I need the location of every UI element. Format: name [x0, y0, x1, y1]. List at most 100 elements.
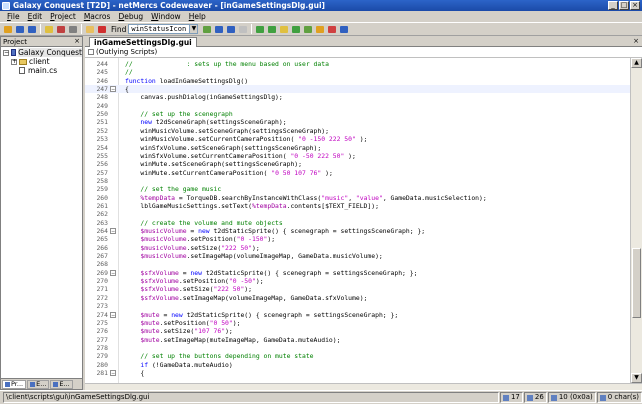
- close-icon[interactable]: ×: [74, 37, 80, 45]
- code-line[interactable]: 270 $sfxVolume.setPosition("0 -50");: [85, 277, 630, 285]
- code-variable: $sfxVolume: [140, 277, 179, 286]
- code-line[interactable]: 279 // set up the buttons depending on m…: [85, 352, 630, 360]
- panel-tab[interactable]: Pr...: [2, 379, 27, 389]
- code-line[interactable]: 263 // create the volume and mute object…: [85, 219, 630, 227]
- code-text-container: winMusicVolume.setCurrentCameraPosition(…: [125, 135, 367, 143]
- fold-icon[interactable]: −: [110, 369, 116, 376]
- maximize-button[interactable]: □: [619, 1, 629, 10]
- scroll-thumb[interactable]: [632, 248, 641, 318]
- code-text-container: winMute.setSceneGraph(settingsSceneGraph…: [125, 160, 302, 168]
- code-line[interactable]: 268: [85, 260, 630, 268]
- collapse-icon[interactable]: −: [3, 49, 9, 56]
- menu-debug[interactable]: Debug: [114, 12, 147, 21]
- code-line[interactable]: 253 winMusicVolume.setCurrentCameraPosit…: [85, 135, 630, 143]
- menu-edit[interactable]: Edit: [24, 12, 47, 21]
- toolbar-button-icon[interactable]: [266, 24, 277, 34]
- toolbar-button-icon[interactable]: [278, 24, 289, 34]
- toolbar-button-icon[interactable]: [225, 24, 236, 34]
- code-line[interactable]: 244 // : sets up the menu based on user d…: [85, 60, 630, 68]
- toolbar-button-icon[interactable]: [67, 24, 78, 34]
- expand-icon[interactable]: +: [11, 58, 17, 65]
- menu-help[interactable]: Help: [185, 12, 210, 21]
- toolbar-button-icon[interactable]: [43, 24, 54, 34]
- code-line[interactable]: 250 // set up the scenegraph: [85, 110, 630, 118]
- toolbar-button-icon[interactable]: [84, 24, 95, 34]
- code-line[interactable]: 257 winMute.setCurrentCameraPosition( "0…: [85, 169, 630, 177]
- code-line[interactable]: 248 canvas.pushDialog(inGameSettingsDlg)…: [85, 93, 630, 101]
- code-line[interactable]: 246 function loadInGameSettingsDlg(): [85, 77, 630, 85]
- code-line[interactable]: 275 $mute.setPosition("0 50");: [85, 319, 630, 327]
- menu-window[interactable]: Window: [147, 12, 185, 21]
- code-line[interactable]: 247− {: [85, 85, 630, 94]
- scroll-down-icon[interactable]: ▼: [631, 373, 642, 383]
- toolbar-button-icon[interactable]: [290, 24, 301, 34]
- code-text-container: lblGameMusicSettings.setText(%tempData.c…: [125, 202, 379, 210]
- scroll-up-icon[interactable]: ▲: [631, 58, 642, 68]
- code-line[interactable]: 249: [85, 102, 630, 110]
- toolbar-button-icon[interactable]: [2, 24, 13, 34]
- toolbar-button-icon[interactable]: [237, 24, 248, 34]
- find-input[interactable]: winStatusIcon: [128, 24, 191, 34]
- close-button[interactable]: ×: [630, 1, 640, 10]
- code-line[interactable]: 265 $musicVolume.setPosition("0 -150");: [85, 235, 630, 243]
- code-line[interactable]: 245 //: [85, 68, 630, 76]
- toolbar-button-icon[interactable]: [96, 24, 107, 34]
- tree-item-galaxy-conquest[interactable]: − Galaxy Conquest: [3, 48, 82, 57]
- line-number: 255: [96, 151, 108, 160]
- code-line[interactable]: 267 $musicVolume.setImageMap(volumeImage…: [85, 252, 630, 260]
- code-line[interactable]: 259 // set the game music: [85, 185, 630, 193]
- toolbar-button-icon[interactable]: [201, 24, 212, 34]
- code-line[interactable]: 254 winSfxVolume.setSceneGraph(settingsS…: [85, 144, 630, 152]
- code-line[interactable]: 266 $musicVolume.setSize("222 50");: [85, 244, 630, 252]
- code-line[interactable]: 273: [85, 302, 630, 310]
- toolbar-button-icon[interactable]: [254, 24, 265, 34]
- code-line[interactable]: 264− $musicVolume = new t2dStaticSprite(…: [85, 227, 630, 235]
- menu-file[interactable]: File: [3, 12, 24, 21]
- code-editor[interactable]: 244 // : sets up the menu based on user d…: [85, 58, 630, 383]
- code-line[interactable]: 261 lblGameMusicSettings.setText(%tempDa…: [85, 202, 630, 210]
- toolbar-button-icon[interactable]: [338, 24, 349, 34]
- code-line[interactable]: 281− {: [85, 369, 630, 377]
- panel-tab[interactable]: E...: [50, 379, 73, 389]
- code-line[interactable]: 256 winMute.setSceneGraph(settingsSceneG…: [85, 160, 630, 168]
- toolbar-button-icon[interactable]: [326, 24, 337, 34]
- vertical-scrollbar[interactable]: ▲ ▼: [630, 58, 642, 383]
- code-line[interactable]: 258: [85, 177, 630, 185]
- code-line[interactable]: 262: [85, 210, 630, 218]
- fold-icon[interactable]: −: [110, 311, 116, 318]
- minimize-button[interactable]: _: [608, 1, 618, 10]
- code-line[interactable]: 269− $sfxVolume = new t2dStaticSprite() …: [85, 269, 630, 277]
- toolbar-button-icon[interactable]: [302, 24, 313, 34]
- toolbar-button-icon[interactable]: [14, 24, 25, 34]
- fold-icon[interactable]: −: [110, 228, 116, 235]
- toolbar-button-icon[interactable]: [26, 24, 37, 34]
- code-line[interactable]: 280 if (!GameData.muteAudio): [85, 361, 630, 369]
- find-dropdown-icon[interactable]: ▼: [190, 24, 199, 34]
- code-line[interactable]: 277 $mute.setImageMap(muteImageMap, Game…: [85, 336, 630, 344]
- toolbar-button-icon[interactable]: [314, 24, 325, 34]
- toolbar-button-icon[interactable]: [213, 24, 224, 34]
- tree-item-main-cs[interactable]: main.cs: [3, 66, 82, 75]
- horizontal-scrollbar[interactable]: [85, 383, 642, 390]
- close-icon[interactable]: ×: [633, 37, 639, 45]
- panel-tab[interactable]: E...: [27, 379, 50, 389]
- code-line[interactable]: 260 %tempData = TorqueDB.searchByInstanc…: [85, 194, 630, 202]
- fold-icon[interactable]: −: [110, 86, 116, 93]
- fold-icon[interactable]: −: [110, 269, 116, 276]
- code-line[interactable]: 251 new t2dSceneGraph(settingsSceneGraph…: [85, 118, 630, 126]
- code-line[interactable]: 271 $sfxVolume.setSize("222 50");: [85, 285, 630, 293]
- code-line[interactable]: 255 winSfxVolume.setCurrentCameraPositio…: [85, 152, 630, 160]
- toolbar-button-icon[interactable]: [55, 24, 66, 34]
- code-line[interactable]: 278: [85, 344, 630, 352]
- code-line[interactable]: 274− $mute = new t2dStaticSprite() { sce…: [85, 311, 630, 319]
- menu-macros[interactable]: Macros: [80, 12, 115, 21]
- code-line[interactable]: 252 winMusicVolume.setSceneGraph(setting…: [85, 127, 630, 135]
- code-line[interactable]: 272 $sfxVolume.setImageMap(volumeImageMa…: [85, 294, 630, 302]
- window-controls: _ □ ×: [608, 1, 640, 10]
- code-line[interactable]: 276 $mute.setSize("107 76");: [85, 327, 630, 335]
- menu-project[interactable]: Project: [46, 12, 80, 21]
- tab-ingamesettingsdlg[interactable]: inGameSettingsDlg.gui: [89, 37, 197, 47]
- line-number: 267: [96, 252, 108, 261]
- tree-item-client[interactable]: + client: [3, 57, 82, 66]
- scope-selector[interactable]: (Outlying Scripts): [85, 47, 642, 58]
